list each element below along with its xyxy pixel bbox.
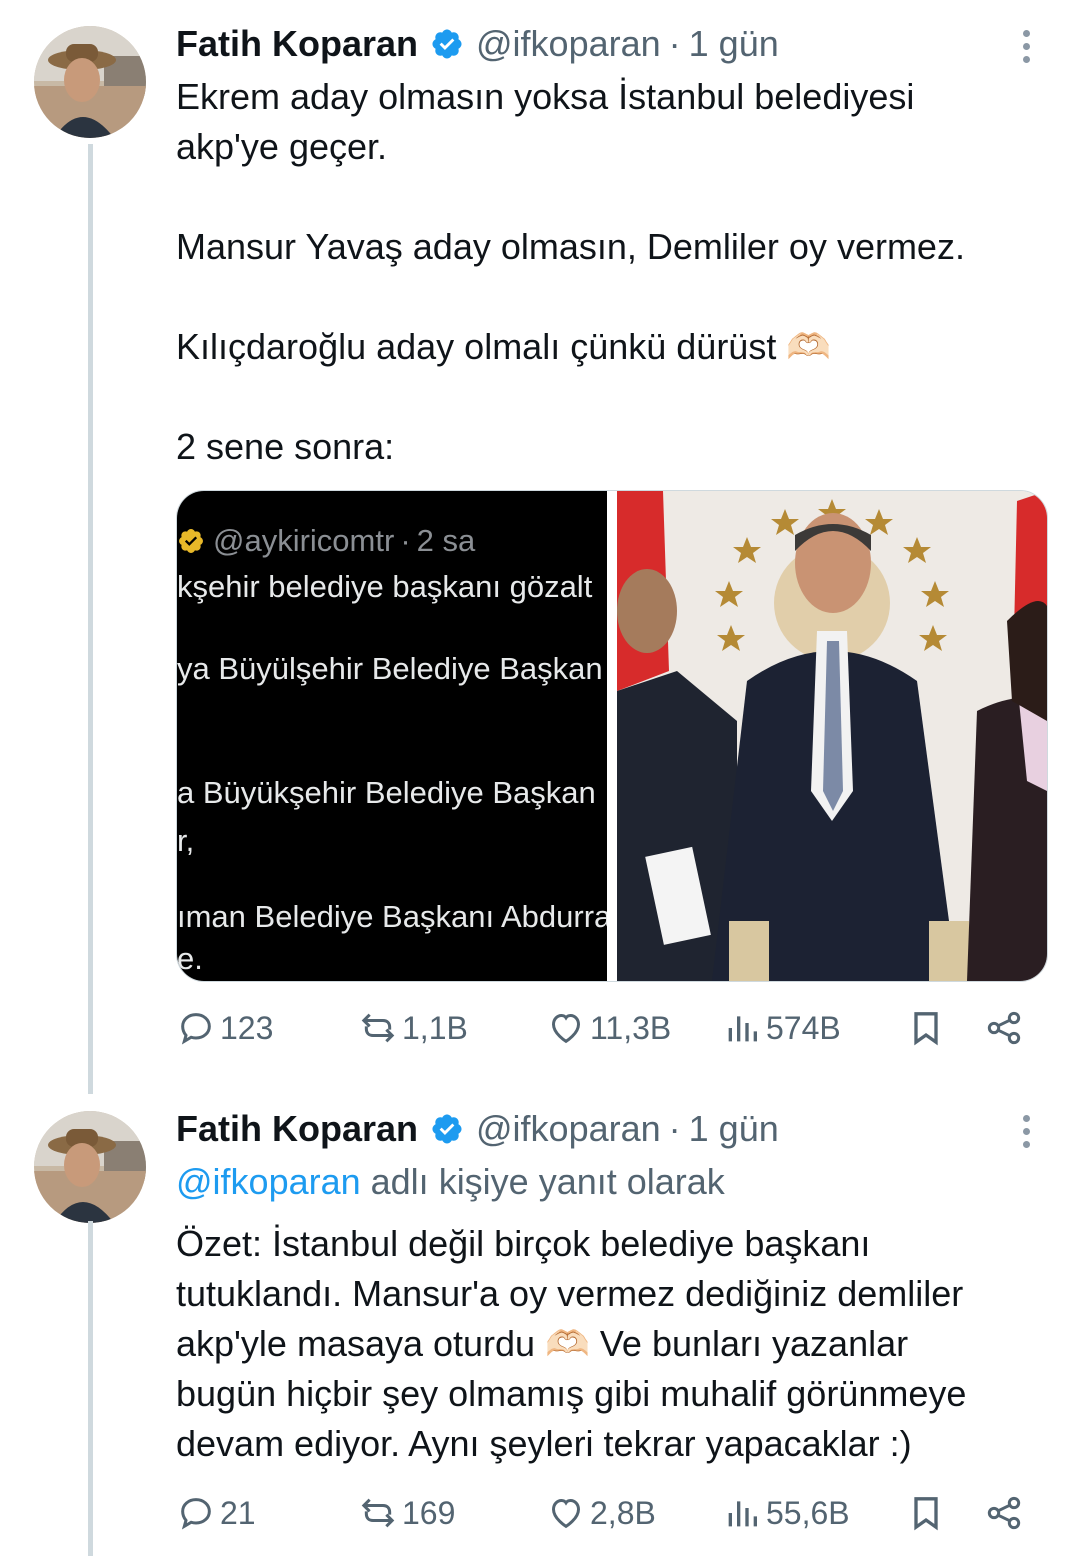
tweet-header: Fatih Koparan @ifkoparan · 1 gün — [176, 1107, 779, 1151]
avatar[interactable] — [34, 1111, 146, 1223]
tweet-text: Özet: İstanbul değil birçok belediye baş… — [176, 1219, 1036, 1469]
timestamp[interactable]: 1 gün — [689, 23, 779, 65]
reply-icon — [181, 1498, 211, 1530]
screenshot-line: kşehir belediye başkanı gözalt — [177, 569, 593, 604]
tweet-2[interactable]: Fatih Koparan @ifkoparan · 1 gün @ifkopa… — [0, 1085, 1080, 1556]
text-line: akp'yle masaya oturdu 🫶🏻 Ve bunları yaza… — [176, 1323, 909, 1364]
bookmark-button[interactable] — [906, 1493, 950, 1533]
separator: · — [668, 23, 681, 64]
author-handle[interactable]: @ifkoparan — [476, 1108, 661, 1150]
tweet-text: Ekrem aday olmasın yoksa İstanbul beledi… — [176, 72, 1036, 472]
tweet-1[interactable]: Fatih Koparan @ifkoparan · 1 gün Ekrem a… — [0, 0, 1080, 1094]
share-button[interactable] — [984, 1008, 1028, 1048]
retweet-button[interactable]: 169 — [358, 1493, 455, 1533]
screenshot-line: ya Büyülşehir Belediye Başkan — [177, 651, 603, 686]
avatar[interactable] — [34, 26, 146, 138]
screenshot-line: ıman Belediye Başkanı Abdurra — [177, 899, 607, 934]
text-line: Özet: İstanbul değil birçok belediye baş… — [176, 1223, 871, 1264]
tweet-actions: 21 169 2,8B 55,6B — [176, 1493, 1036, 1543]
verified-gold-icon — [179, 529, 203, 553]
screenshot-handle: @aykiricomtr — [213, 523, 395, 558]
photo-illustration — [617, 491, 1047, 981]
reply-count: 123 — [220, 1009, 274, 1046]
heart-icon — [551, 1498, 581, 1529]
share-button[interactable] — [984, 1493, 1028, 1533]
bookmark-button[interactable] — [906, 1008, 950, 1048]
timestamp[interactable]: 1 gün — [689, 1108, 779, 1150]
retweet-button[interactable]: 1,1B — [358, 1008, 468, 1048]
media-image-photo[interactable] — [617, 491, 1047, 981]
reply-button[interactable]: 21 — [176, 1493, 256, 1533]
retweet-icon — [361, 1498, 395, 1528]
more-options-icon[interactable] — [1020, 1115, 1032, 1151]
views-icon — [728, 1501, 757, 1527]
screenshot-time: 2 sa — [416, 523, 476, 558]
share-icon — [987, 1011, 1021, 1045]
more-options-icon[interactable] — [1020, 30, 1032, 66]
views-button[interactable]: 574B — [722, 1008, 841, 1048]
text-line: Ekrem aday olmasın yoksa İstanbul beledi… — [176, 76, 915, 117]
views-button[interactable]: 55,6B — [722, 1493, 850, 1533]
verified-badge-icon — [432, 29, 462, 59]
reply-button[interactable]: 123 — [176, 1008, 273, 1048]
text-line: bugün hiçbir şey olmamış gibi muhalif gö… — [176, 1373, 967, 1414]
views-count: 574B — [766, 1009, 841, 1046]
like-button[interactable]: 11,3B — [546, 1008, 671, 1048]
verified-badge-icon — [432, 1114, 462, 1144]
like-count: 11,3B — [590, 1009, 672, 1046]
reply-context: @ifkoparan adlı kişiye yanıt olarak — [176, 1161, 725, 1203]
bookmark-icon — [914, 1012, 938, 1046]
thread-line — [88, 144, 93, 1094]
screenshot-line: r, — [177, 823, 195, 858]
text-line: Mansur Yavaş aday olmasın, Demliler oy v… — [176, 226, 965, 267]
retweet-count: 169 — [402, 1494, 456, 1531]
reply-icon — [181, 1013, 211, 1045]
share-icon — [987, 1496, 1021, 1530]
like-button[interactable]: 2,8B — [546, 1493, 656, 1533]
author-handle[interactable]: @ifkoparan — [476, 23, 661, 65]
text-line: 2 sene sonra: — [176, 426, 395, 467]
author-name[interactable]: Fatih Koparan — [176, 1108, 418, 1150]
retweet-count: 1,1B — [402, 1009, 468, 1046]
screenshot-line: a Büyükşehir Belediye Başkan — [177, 775, 596, 810]
screenshot-line: e. — [177, 941, 203, 976]
heart-icon — [551, 1013, 581, 1044]
text-line: devam ediyor. Aynı şeyleri tekrar yapaca… — [176, 1423, 912, 1464]
author-name[interactable]: Fatih Koparan — [176, 23, 418, 65]
text-line: tutuklandı. Mansur'a oy vermez dediğiniz… — [176, 1273, 964, 1314]
media-image-screenshot[interactable]: @aykiricomtr · 2 sa kşehir belediye başk… — [177, 491, 607, 981]
retweet-icon — [361, 1013, 395, 1043]
views-icon — [728, 1016, 757, 1042]
like-count: 2,8B — [590, 1494, 656, 1531]
separator: · — [668, 1108, 681, 1149]
reply-suffix: adlı kişiye yanıt olarak — [360, 1161, 725, 1202]
tweet-actions: 123 1,1B 11,3B 574B — [176, 1008, 1036, 1058]
bookmark-icon — [914, 1497, 938, 1531]
reply-mention-link[interactable]: @ifkoparan — [176, 1161, 361, 1202]
reply-count: 21 — [220, 1494, 256, 1531]
text-line: Kılıçdaroğlu aday olmalı çünkü dürüst 🫶🏻 — [176, 326, 832, 367]
text-line: akp'ye geçer. — [176, 126, 388, 167]
tweet-header: Fatih Koparan @ifkoparan · 1 gün — [176, 22, 779, 66]
thread-line — [88, 1221, 93, 1556]
tweet-media[interactable]: @aykiricomtr · 2 sa kşehir belediye başk… — [176, 490, 1048, 982]
views-count: 55,6B — [766, 1494, 850, 1531]
